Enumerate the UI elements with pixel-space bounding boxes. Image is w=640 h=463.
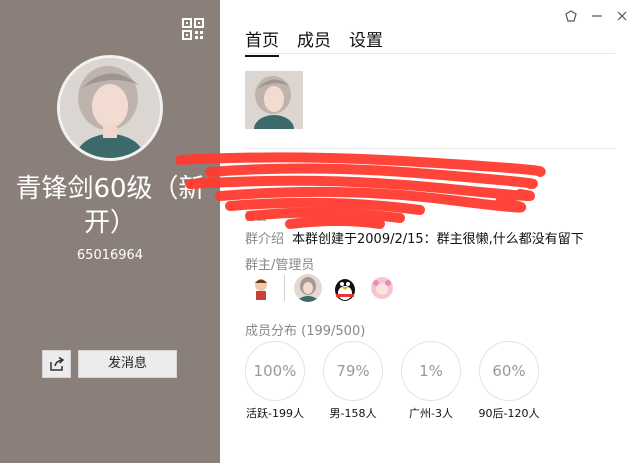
tab-divider [245,53,615,54]
member-distribution: 100% 活跃-199人 79% 男-158人 1% 广州-3人 60% 90后… [245,341,539,421]
group-avatar [57,55,163,161]
group-detail-panel: 首页 成员 设置 群自 群介绍 本群创建于2009/2/15：群主很懒,什么都没有… [220,0,640,463]
stat-active[interactable]: 100% 活跃-199人 [245,341,305,421]
admin-separator [284,275,285,301]
admin-list [247,272,405,304]
owner-avatar[interactable] [247,274,275,302]
admin-avatar[interactable] [331,274,359,302]
section-divider [245,148,615,149]
stat-caption: 活跃-199人 [246,407,304,420]
stat-caption: 90后-120人 [478,407,540,420]
admins-label: 群主/管理员 [245,258,315,273]
share-icon [49,356,64,371]
admin-avatar[interactable] [294,274,322,302]
group-intro-text: 本群创建于2009/2/15：群主很懒,什么都没有留下 [292,232,584,247]
share-button[interactable] [42,350,71,378]
minimize-icon[interactable] [589,8,605,24]
skin-icon[interactable] [563,8,579,24]
group-profile-panel: 青锋剑60级（新开） 65016964 发消息 [0,0,220,463]
group-intro-label: 群介绍 [245,232,285,247]
stat-value: 100% [245,341,305,401]
qr-code-icon[interactable] [182,18,204,40]
stat-male[interactable]: 79% 男-158人 [323,341,383,421]
stat-value: 1% [401,341,461,401]
group-intro: 群介绍 本群创建于2009/2/15：群主很懒,什么都没有留下 [245,228,584,247]
group-photo-thumbnail[interactable] [245,71,303,129]
stat-value: 60% [479,341,539,401]
send-message-button[interactable]: 发消息 [78,350,177,378]
redaction-scribble [175,152,546,229]
stat-value: 79% [323,341,383,401]
stat-location[interactable]: 1% 广州-3人 [401,341,461,421]
distribution-label: 成员分布 (199/500) [245,324,366,339]
stat-age[interactable]: 60% 90后-120人 [479,341,539,421]
close-icon[interactable] [614,8,630,24]
group-id: 65016964 [76,248,144,263]
stat-caption: 男-158人 [329,407,377,420]
admin-avatar[interactable] [368,274,396,302]
stat-caption: 广州-3人 [409,407,453,420]
